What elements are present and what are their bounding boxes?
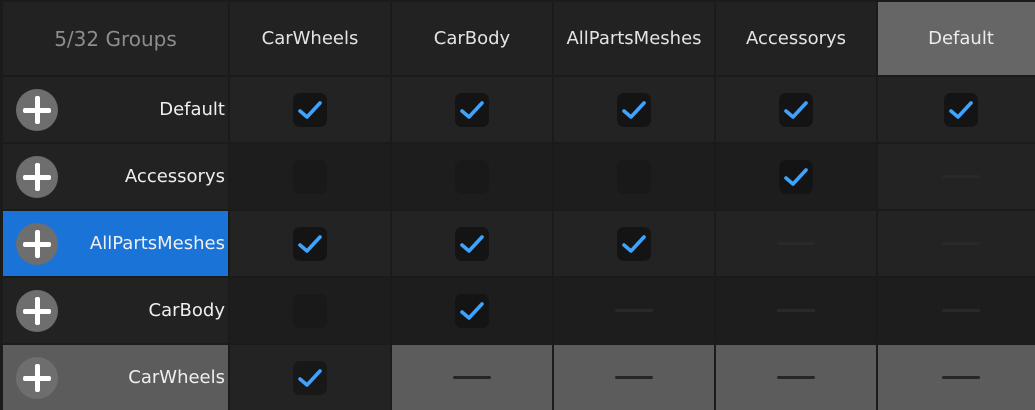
checkmark-icon <box>460 301 484 320</box>
add-icon[interactable] <box>16 222 58 265</box>
unchecked-checkbox[interactable] <box>293 159 327 194</box>
cell-accessorys-default[interactable] <box>878 144 1035 209</box>
cell-carwheels-allpartsmeshes[interactable] <box>554 345 714 410</box>
cell-accessorys-carbody[interactable] <box>392 144 552 209</box>
column-header-carwheels[interactable]: CarWheels <box>230 2 390 75</box>
cell-default-carwheels[interactable] <box>230 77 390 142</box>
cell-allpartsmeshes-allpartsmeshes[interactable] <box>554 211 714 276</box>
cell-default-default[interactable] <box>878 77 1035 142</box>
column-header-accessorys[interactable]: Accessorys <box>716 2 876 75</box>
checked-checkbox[interactable] <box>779 159 813 194</box>
checkmark-icon <box>460 234 484 253</box>
checked-checkbox[interactable] <box>617 226 651 261</box>
cell-carbody-accessorys[interactable] <box>716 278 876 343</box>
checkmark-icon <box>949 100 973 119</box>
checked-checkbox[interactable] <box>455 293 489 328</box>
row-label: CarBody <box>148 300 225 321</box>
cell-carbody-default[interactable] <box>878 278 1035 343</box>
cell-carwheels-carbody[interactable] <box>392 345 552 410</box>
cell-carbody-carbody[interactable] <box>392 278 552 343</box>
checked-checkbox[interactable] <box>944 92 978 127</box>
unchecked-checkbox[interactable] <box>293 293 327 328</box>
add-icon[interactable] <box>16 356 58 399</box>
checkmark-icon <box>298 234 322 253</box>
row-label: CarWheels <box>128 367 225 388</box>
dash-icon <box>942 376 980 379</box>
dash-icon <box>777 376 815 379</box>
column-header-allpartsmeshes[interactable]: AllPartsMeshes <box>554 2 714 75</box>
row-header-carwheels[interactable]: CarWheels <box>3 345 228 410</box>
cell-default-allpartsmeshes[interactable] <box>554 77 714 142</box>
checked-checkbox[interactable] <box>293 226 327 261</box>
cell-accessorys-allpartsmeshes[interactable] <box>554 144 714 209</box>
column-header-carbody[interactable]: CarBody <box>392 2 552 75</box>
cell-carwheels-accessorys[interactable] <box>716 345 876 410</box>
cell-accessorys-accessorys[interactable] <box>716 144 876 209</box>
row-header-accessorys[interactable]: Accessorys <box>3 144 228 209</box>
dash-icon <box>777 309 815 312</box>
cell-accessorys-carwheels[interactable] <box>230 144 390 209</box>
checked-checkbox[interactable] <box>617 92 651 127</box>
unchecked-checkbox[interactable] <box>455 159 489 194</box>
cell-carbody-allpartsmeshes[interactable] <box>554 278 714 343</box>
dash-icon <box>615 309 653 312</box>
checked-checkbox[interactable] <box>779 92 813 127</box>
cell-allpartsmeshes-carbody[interactable] <box>392 211 552 276</box>
cell-default-carbody[interactable] <box>392 77 552 142</box>
row-label: Accessorys <box>124 166 225 187</box>
cell-carbody-carwheels[interactable] <box>230 278 390 343</box>
unchecked-checkbox[interactable] <box>617 159 651 194</box>
add-icon[interactable] <box>16 289 58 332</box>
dash-icon <box>615 376 653 379</box>
checkmark-icon <box>298 368 322 387</box>
checked-checkbox[interactable] <box>455 226 489 261</box>
add-icon[interactable] <box>16 155 58 198</box>
cell-carwheels-default[interactable] <box>878 345 1035 410</box>
cell-carwheels-carwheels[interactable] <box>230 345 390 410</box>
row-label: AllPartsMeshes <box>89 233 225 254</box>
dash-icon <box>777 242 815 245</box>
dash-icon <box>942 242 980 245</box>
cell-allpartsmeshes-accessorys[interactable] <box>716 211 876 276</box>
collision-groups-table: 5/32 Groups CarWheels CarBody AllPartsMe… <box>0 0 1035 410</box>
column-header-default[interactable]: Default <box>878 2 1035 75</box>
checked-checkbox[interactable] <box>293 360 327 395</box>
row-header-allpartsmeshes[interactable]: AllPartsMeshes <box>3 211 228 276</box>
checkmark-icon <box>784 167 808 186</box>
row-label: Default <box>159 99 225 120</box>
cell-default-accessorys[interactable] <box>716 77 876 142</box>
checkmark-icon <box>460 100 484 119</box>
cell-allpartsmeshes-carwheels[interactable] <box>230 211 390 276</box>
checkmark-icon <box>622 100 646 119</box>
dash-icon <box>942 309 980 312</box>
checkmark-icon <box>298 100 322 119</box>
checked-checkbox[interactable] <box>293 92 327 127</box>
checkmark-icon <box>784 100 808 119</box>
checkmark-icon <box>622 234 646 253</box>
add-icon[interactable] <box>16 88 58 131</box>
dash-icon <box>453 376 491 379</box>
row-header-carbody[interactable]: CarBody <box>3 278 228 343</box>
cell-allpartsmeshes-default[interactable] <box>878 211 1035 276</box>
checked-checkbox[interactable] <box>455 92 489 127</box>
row-header-default[interactable]: Default <box>3 77 228 142</box>
group-count-label: 5/32 Groups <box>3 2 228 75</box>
dash-icon <box>942 175 980 178</box>
